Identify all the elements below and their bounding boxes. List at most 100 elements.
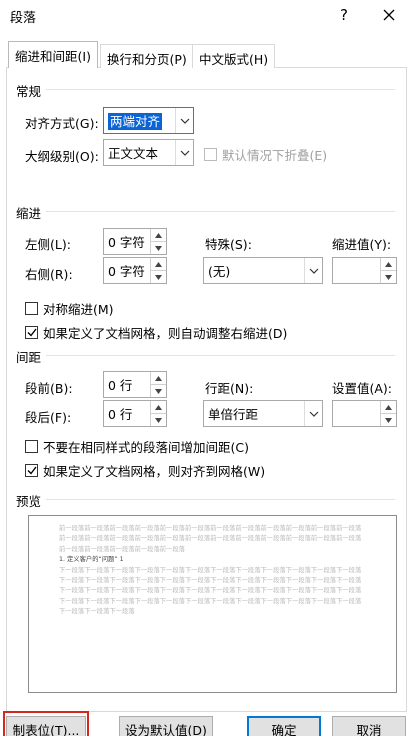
preview-current-paragraph: 1. 定义客户的“问题” 1 (59, 556, 124, 564)
arrow-down-icon (155, 274, 162, 280)
arrow-down-icon (385, 417, 392, 423)
tab-asian-typography[interactable]: 中文版式(H) (192, 44, 276, 68)
spin-down-button[interactable] (151, 271, 166, 283)
at-value (333, 401, 380, 426)
no-space-same-style-checkbox[interactable]: 不要在相同样式的段落间增加间距(C) (25, 437, 249, 456)
space-before-label: 段前(B): (25, 381, 73, 396)
highlight-box (3, 711, 89, 736)
ok-button[interactable]: 确定 (247, 716, 321, 736)
space-before-spinner[interactable]: 0 行 (103, 371, 167, 398)
section-indentation: 缩进 (16, 206, 42, 221)
section-divider (46, 499, 395, 500)
outline-label: 大纲级别(O): (25, 149, 99, 164)
checkbox-box (25, 326, 38, 339)
right-indent-spinner[interactable]: 0 字符 (103, 257, 167, 284)
section-divider (46, 89, 395, 90)
indent-by-value (333, 258, 380, 283)
space-after-label: 段后(F): (25, 410, 72, 425)
special-label: 特殊(S): (205, 237, 252, 252)
checkmark-icon (27, 466, 37, 475)
spin-up-button[interactable] (151, 229, 166, 242)
at-label: 设置值(A): (332, 381, 393, 396)
spin-up-button[interactable] (381, 401, 396, 414)
spin-up-button[interactable] (151, 401, 166, 414)
close-button[interactable] (371, 2, 407, 28)
section-spacing: 间距 (16, 350, 42, 365)
preview-box: 前一段落前一段落前一段落前一段落前一段落前一段落前一段落前一段落前一段落前一段落… (28, 515, 397, 693)
cancel-button[interactable]: 取消 (332, 716, 406, 736)
align-label: 对齐方式(G): (25, 116, 99, 131)
line-spacing-label: 行距(N): (205, 381, 254, 396)
space-after-spinner[interactable]: 0 行 (103, 400, 167, 427)
collapse-checkbox[interactable]: 默认情况下折叠(E) (204, 145, 327, 164)
arrow-up-icon (155, 375, 162, 381)
chevron-down-icon (180, 118, 189, 124)
mirror-indent-checkbox[interactable]: 对称缩进(M) (25, 299, 114, 318)
window-title: 段落 (10, 11, 37, 26)
chevron-down-icon (180, 150, 189, 156)
align-select[interactable]: 两端对齐 (103, 107, 194, 134)
spin-up-button[interactable] (151, 372, 166, 385)
tab-line-page-breaks[interactable]: 换行和分页(P) (100, 44, 194, 68)
left-indent-spinner[interactable]: 0 字符 (103, 228, 167, 255)
line-spacing-value: 单倍行距 (208, 407, 259, 422)
mirror-indent-label: 对称缩进(M) (43, 302, 114, 317)
section-divider (46, 211, 395, 212)
arrow-up-icon (385, 261, 392, 267)
preview-prev-line: 前一段落前一段落前一段落前一段落前一段落前一段落前一段落前一段落前一段落前一段落… (59, 535, 362, 543)
preview-next-line: 下一段落下一段落下一段落下一段落下一段落下一段落下一段落下一段落下一段落下一段落… (59, 577, 362, 585)
spin-down-button[interactable] (151, 414, 166, 426)
align-value: 两端对齐 (108, 113, 163, 130)
no-space-same-style-label: 不要在相同样式的段落间增加间距(C) (43, 440, 249, 455)
checkbox-box (25, 464, 38, 477)
left-indent-label: 左侧(L): (25, 237, 71, 252)
preview-next-line: 下一段落下一段落下一段落下一段落下一段落下一段落下一段落下一段落下一段落下一段落… (59, 597, 362, 605)
right-indent-label: 右侧(R): (25, 267, 73, 282)
preview-prev-line: 前一段落前一段落前一段落前一段落前一段落前一段落前一段落前一段落前一段落前一段落… (59, 525, 362, 532)
spin-down-button[interactable] (151, 385, 166, 397)
outline-select[interactable]: 正文文本 (103, 139, 194, 166)
checkbox-box (25, 440, 38, 453)
space-after-value: 0 行 (108, 407, 133, 422)
special-value: (无) (208, 264, 231, 279)
spin-up-button[interactable] (381, 258, 396, 271)
auto-right-indent-checkbox[interactable]: 如果定义了文档网格，则自动调整右缩进(D) (25, 323, 287, 342)
arrow-up-icon (155, 404, 162, 410)
arrow-up-icon (155, 232, 162, 238)
section-divider (46, 355, 395, 356)
preview-next-line: 下一段落下一段落下一段落下一段落下一段落下一段落下一段落下一段落下一段落下一段落… (59, 587, 362, 595)
spin-down-button[interactable] (381, 414, 396, 426)
chevron-down-icon (309, 411, 318, 417)
arrow-up-icon (155, 261, 162, 267)
checkbox-box (25, 302, 38, 315)
snap-to-grid-label: 如果定义了文档网格，则对齐到网格(W) (43, 464, 266, 479)
right-indent-value: 0 字符 (108, 264, 145, 279)
arrow-down-icon (155, 417, 162, 423)
preview-next-line: 下一段落下一段落下一段落 (59, 608, 135, 616)
line-spacing-select[interactable]: 单倍行距 (203, 400, 323, 427)
collapse-label: 默认情况下折叠(E) (222, 148, 328, 163)
left-indent-value: 0 字符 (108, 235, 145, 250)
arrow-down-icon (155, 388, 162, 394)
spin-down-button[interactable] (381, 271, 396, 283)
close-icon (383, 9, 395, 21)
chevron-down-icon (309, 268, 318, 274)
special-select[interactable]: (无) (203, 257, 323, 284)
spin-up-button[interactable] (151, 258, 166, 271)
tab-indents-spacing[interactable]: 缩进和间距(I) (8, 41, 98, 68)
outline-value: 正文文本 (108, 146, 159, 161)
checkmark-icon (27, 328, 37, 337)
spin-down-button[interactable] (151, 242, 166, 254)
checkbox-box (204, 148, 217, 161)
preview-next-line: 下一段落下一段落下一段落下一段落下一段落下一段落下一段落下一段落下一段落下一段落… (59, 566, 362, 574)
help-button[interactable]: ? (326, 2, 362, 28)
indent-by-label: 缩进值(Y): (332, 237, 392, 252)
arrow-down-icon (155, 245, 162, 251)
section-general: 常规 (16, 84, 42, 99)
set-default-button[interactable]: 设为默认值(D) (119, 716, 213, 736)
indent-by-spinner[interactable] (332, 257, 397, 284)
section-preview: 预览 (16, 494, 42, 509)
at-spinner[interactable] (332, 400, 397, 427)
preview-prev-line: 前一段落前一段落前一段落前一段落前一段落 (59, 545, 185, 553)
snap-to-grid-checkbox[interactable]: 如果定义了文档网格，则对齐到网格(W) (25, 461, 265, 480)
